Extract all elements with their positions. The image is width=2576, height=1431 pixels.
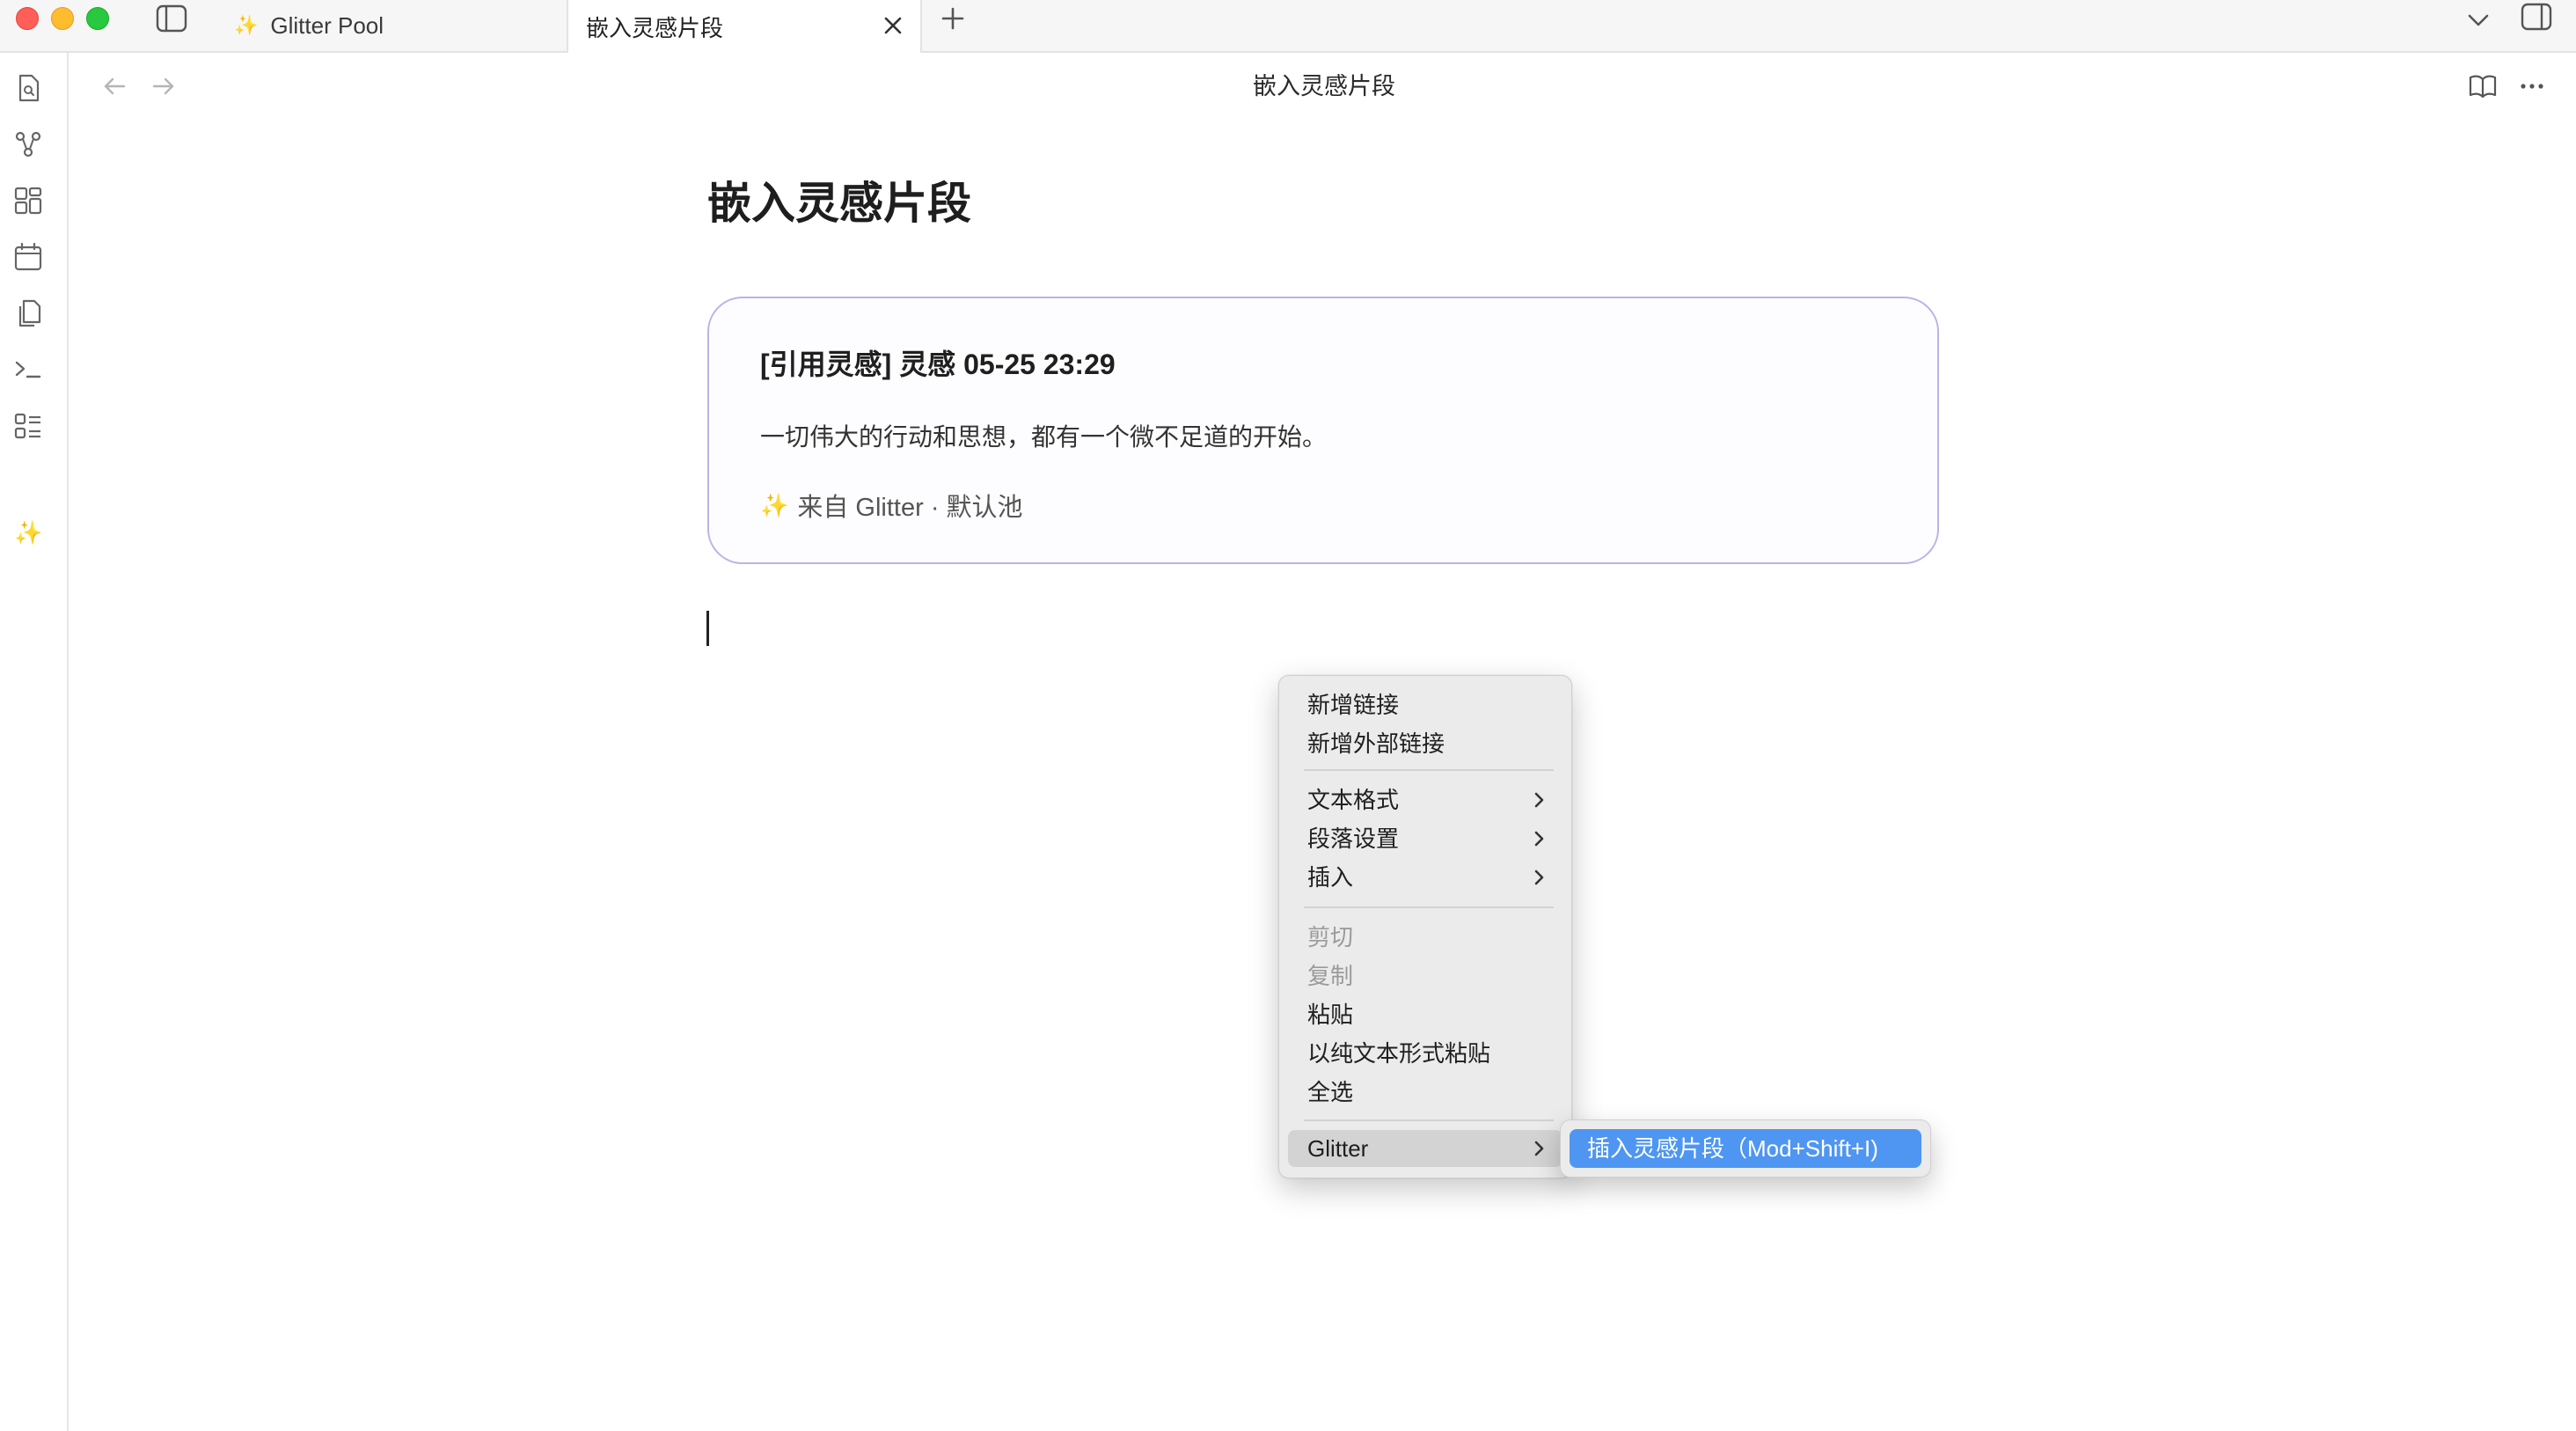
arrow-right-icon[interactable] — [148, 70, 179, 102]
menu-item-paste[interactable]: 粘贴 — [1288, 996, 1562, 1033]
terminal-icon[interactable] — [12, 354, 44, 385]
tab-active-note[interactable]: 嵌入灵感片段 — [567, 0, 922, 53]
note-heading: 嵌入灵感片段 — [707, 179, 971, 228]
menu-item-insert[interactable]: 插入 — [1288, 859, 1562, 896]
chevron-down-icon[interactable] — [2463, 5, 2493, 35]
tab-glitter-pool[interactable]: ✨ Glitter Pool — [220, 0, 565, 51]
menu-item-add-link[interactable]: 新增链接 — [1288, 686, 1562, 723]
window-close-button[interactable] — [16, 7, 39, 30]
menu-item-label: 新增链接 — [1307, 692, 1400, 718]
text-cursor — [706, 611, 709, 646]
outline-icon[interactable] — [12, 410, 44, 442]
callout-source-text: 来自 Glitter · 默认池 — [797, 494, 1023, 522]
glitter-submenu: 插入灵感片段（Mod+Shift+I) — [1560, 1119, 1931, 1178]
menu-item-insert-inspiration[interactable]: 插入灵感片段（Mod+Shift+I) — [1570, 1129, 1921, 1168]
more-options-icon[interactable] — [2516, 70, 2548, 102]
window-minimize-button[interactable] — [51, 7, 74, 30]
menu-item-label: Glitter — [1307, 1135, 1369, 1162]
sparkles-icon: ✨ — [760, 491, 789, 518]
copy-files-icon[interactable] — [12, 297, 44, 329]
inspiration-callout[interactable]: [引用灵感] 灵感 05-25 23:29 一切伟大的行动和思想，都有一个微不足… — [707, 297, 1939, 564]
chevron-right-icon — [1531, 829, 1548, 848]
menu-item-label: 新增外部链接 — [1307, 730, 1445, 757]
menu-item-label: 段落设置 — [1307, 826, 1400, 852]
menu-item-text-format[interactable]: 文本格式 — [1288, 782, 1562, 818]
menu-item-label: 文本格式 — [1307, 787, 1400, 813]
menu-item-glitter[interactable]: Glitter — [1288, 1130, 1562, 1167]
callout-title: [引用灵感] 灵感 05-25 23:29 — [760, 349, 1116, 380]
menu-item-select-all[interactable]: 全选 — [1288, 1074, 1562, 1111]
menu-separator — [1304, 769, 1554, 771]
chevron-right-icon — [1531, 790, 1548, 810]
book-open-icon[interactable] — [2467, 70, 2499, 102]
sparkles-icon[interactable]: ✨ — [14, 519, 42, 547]
callout-footer: ✨ 来自 Glitter · 默认池 — [760, 487, 1023, 524]
window-maximize-button[interactable] — [86, 7, 109, 30]
view-title[interactable]: 嵌入灵感片段 — [1144, 69, 1504, 104]
menu-item-add-external-link[interactable]: 新增外部链接 — [1288, 725, 1562, 762]
callout-body: 一切伟大的行动和思想，都有一个微不足道的开始。 — [760, 423, 1328, 451]
new-tab-plus-icon[interactable] — [938, 4, 968, 33]
sidebar-toggle-icon[interactable] — [155, 4, 188, 33]
menu-item-label: 插入 — [1307, 864, 1354, 891]
canvas-icon[interactable] — [12, 185, 44, 216]
menu-item-cut[interactable]: 剪切 — [1288, 919, 1562, 956]
right-sidebar-toggle-icon[interactable] — [2520, 2, 2553, 33]
search-file-icon[interactable] — [12, 72, 44, 104]
chevron-right-icon — [1531, 1139, 1548, 1158]
left-ribbon: ✨ — [0, 53, 69, 1431]
tab-label: 嵌入灵感片段 — [586, 14, 724, 41]
menu-item-paste-plain-text[interactable]: 以纯文本形式粘贴 — [1288, 1035, 1562, 1072]
chevron-right-icon — [1531, 868, 1548, 887]
menu-item-label: 剪切 — [1307, 924, 1354, 950]
menu-separator — [1304, 906, 1554, 908]
graph-icon[interactable] — [12, 128, 44, 160]
menu-item-label: 全选 — [1307, 1079, 1354, 1105]
close-icon[interactable] — [882, 14, 904, 37]
title-bar: ✨ Glitter Pool 嵌入灵感片段 — [0, 0, 2576, 53]
menu-item-label: 以纯文本形式粘贴 — [1307, 1040, 1491, 1067]
tab-label: Glitter Pool — [270, 11, 384, 39]
menu-item-label: 粘贴 — [1307, 1002, 1354, 1028]
context-menu: 新增链接 新增外部链接 文本格式 段落设置 插入 剪切 复制 粘贴 以纯文本形式… — [1278, 675, 1572, 1178]
menu-item-label: 复制 — [1307, 963, 1354, 989]
calendar-icon[interactable] — [12, 241, 44, 273]
menu-separator — [1304, 1119, 1554, 1121]
sparkles-icon: ✨ — [234, 14, 259, 36]
menu-item-paragraph-settings[interactable]: 段落设置 — [1288, 820, 1562, 857]
menu-item-copy[interactable]: 复制 — [1288, 958, 1562, 994]
arrow-left-icon[interactable] — [99, 70, 130, 102]
